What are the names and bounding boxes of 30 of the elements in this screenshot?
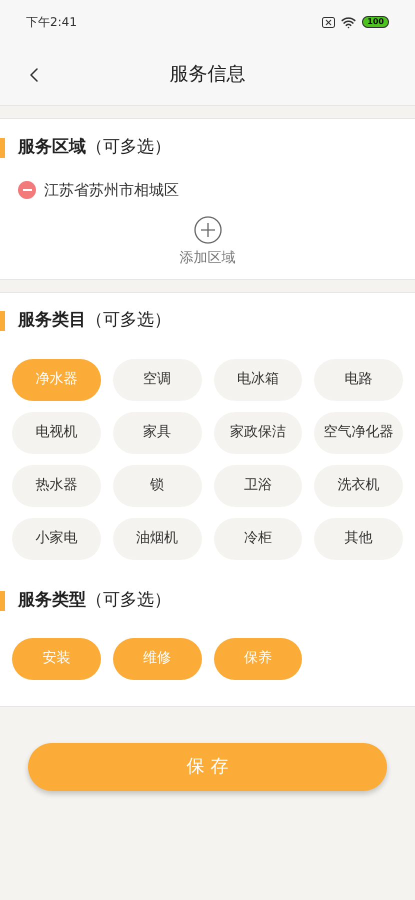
section-title: 服务类型（可多选）	[18, 588, 171, 612]
accent-bar	[0, 138, 5, 158]
option-chip[interactable]: 空调	[112, 358, 202, 400]
plus-circle-icon	[194, 216, 222, 244]
add-area-button[interactable]: 添加区域	[180, 216, 236, 268]
status-time: 下午2:41	[26, 14, 77, 31]
remove-icon[interactable]	[18, 181, 36, 200]
option-chip[interactable]: 电路	[314, 358, 403, 400]
option-chip[interactable]: 洗衣机	[314, 464, 403, 506]
option-chip[interactable]: 油烟机	[112, 518, 202, 560]
option-chip[interactable]: 小家电	[12, 518, 101, 560]
option-chip[interactable]: 卫浴	[214, 464, 302, 506]
option-chip[interactable]: 电冰箱	[214, 358, 302, 400]
option-chip[interactable]: 电视机	[12, 412, 101, 454]
page-title: 服务信息	[170, 62, 246, 88]
option-chip[interactable]: 家具	[112, 412, 202, 454]
option-chip[interactable]: 家政保洁	[214, 412, 302, 454]
option-chip[interactable]: 锁	[112, 464, 202, 506]
section-title: 服务类目（可多选）	[18, 308, 171, 332]
option-chip[interactable]: 冷柜	[214, 518, 302, 560]
option-chip[interactable]: 空气净化器	[314, 412, 403, 454]
battery-icon: 100	[362, 16, 389, 28]
option-chip[interactable]: 热水器	[12, 464, 101, 506]
accent-bar	[0, 310, 5, 330]
area-label: 江苏省苏州市相城区	[44, 180, 179, 201]
accent-bar	[0, 590, 5, 610]
sim-icon	[322, 16, 336, 28]
section-title: 服务区域（可多选）	[18, 136, 171, 160]
option-chip[interactable]: 其他	[314, 518, 403, 560]
wifi-icon	[341, 14, 356, 30]
